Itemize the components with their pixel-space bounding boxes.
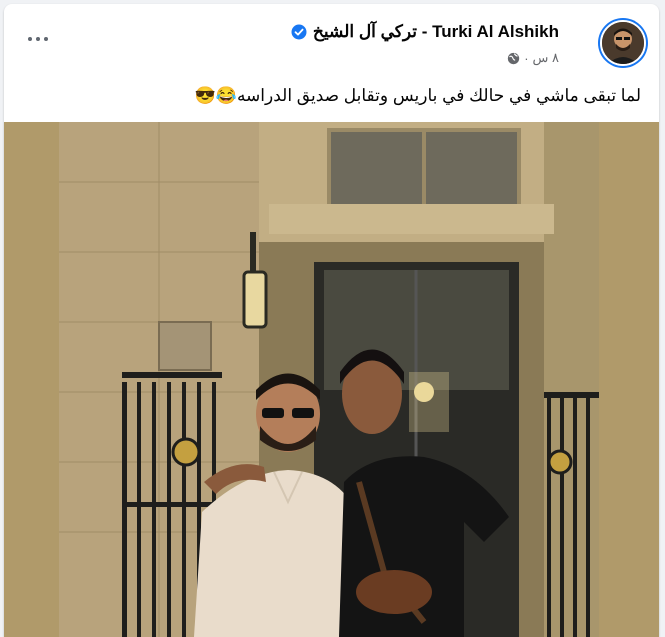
meta-separator: · [524, 50, 529, 66]
more-options-icon[interactable] [28, 32, 54, 46]
post-photo[interactable] [4, 122, 659, 637]
globe-icon [508, 52, 520, 64]
profile-avatar [600, 20, 646, 66]
post-timestamp[interactable]: ٨ س [533, 50, 559, 66]
post-text: لما تبقى ماشي في حالك في باريس وتقابل صد… [194, 86, 641, 105]
author-row: Turki Al Alshikh - تركي آل الشيخ [291, 22, 559, 42]
avatar[interactable] [598, 18, 648, 68]
author-name[interactable]: Turki Al Alshikh - تركي آل الشيخ [313, 22, 559, 42]
verified-badge-icon [291, 24, 307, 40]
post-meta: ٨ س · [507, 50, 559, 66]
facebook-post: Turki Al Alshikh - تركي آل الشيخ ٨ س · ل… [4, 4, 659, 637]
